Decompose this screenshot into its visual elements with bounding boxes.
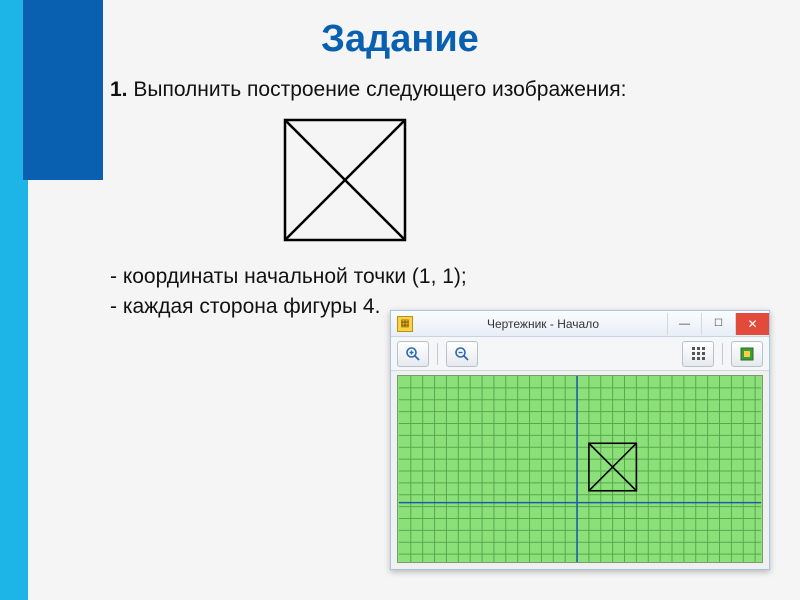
close-button[interactable]	[735, 313, 769, 335]
canvas-grid	[398, 376, 762, 562]
app-window: ▦ Чертежник - Начало	[390, 310, 770, 570]
window-buttons	[667, 313, 769, 335]
titlebar: ▦ Чертежник - Начало	[391, 311, 769, 337]
zoom-in-button[interactable]	[397, 341, 429, 367]
home-button[interactable]	[731, 341, 763, 367]
drawing-canvas[interactable]	[397, 375, 763, 563]
toolbar-separator	[437, 343, 438, 365]
note-side-length: - каждая сторона фигуры 4.	[110, 295, 380, 319]
grid-button[interactable]	[682, 341, 714, 367]
task-line: 1. Выполнить построение следующего изобр…	[110, 78, 626, 102]
minimize-button[interactable]	[667, 313, 701, 335]
window-title: Чертежник - Начало	[419, 317, 667, 331]
maximize-button[interactable]	[701, 313, 735, 335]
grid-icon	[692, 347, 705, 360]
slide-title: Задание	[0, 18, 800, 61]
toolbar-separator	[722, 343, 723, 365]
app-icon: ▦	[397, 316, 413, 332]
task-figure	[275, 110, 415, 250]
task-number: 1.	[110, 78, 128, 101]
note-start-point: - координаты начальной точки (1, 1);	[110, 265, 467, 289]
toolbar	[391, 337, 769, 371]
zoom-out-button[interactable]	[446, 341, 478, 367]
task-text: Выполнить построение следующего изображе…	[133, 78, 626, 101]
